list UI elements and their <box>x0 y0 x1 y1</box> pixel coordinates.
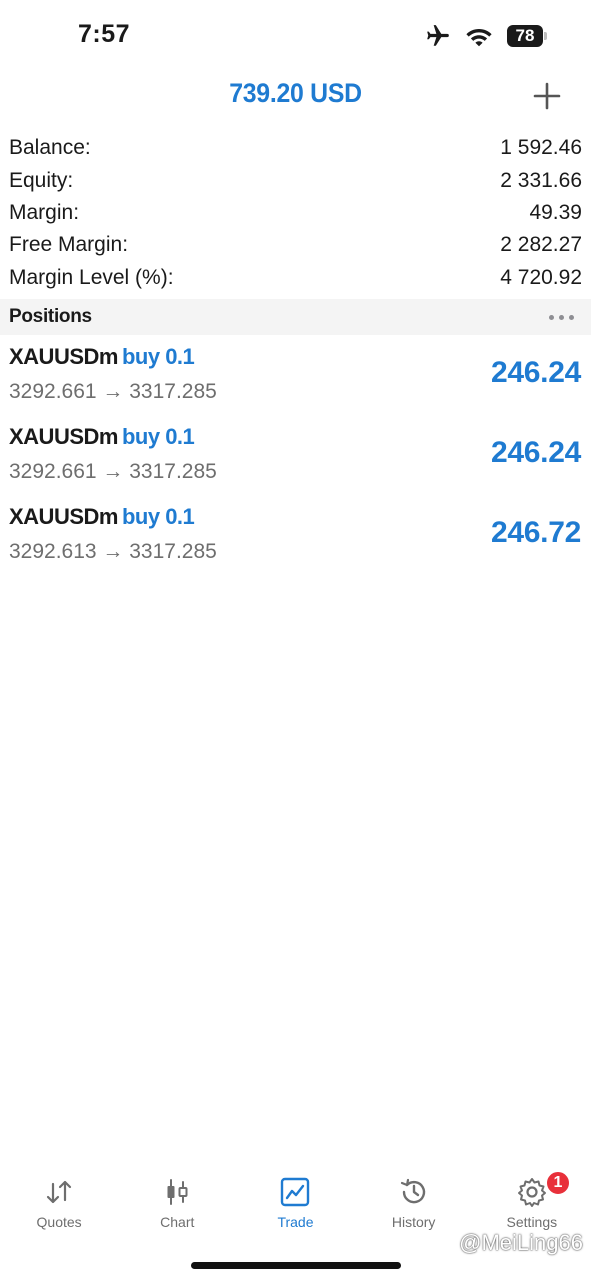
positions-section-header: Positions <box>0 299 591 335</box>
summary-row-free-margin: Free Margin: 2 282.27 <box>0 229 591 261</box>
summary-row-margin: Margin: 49.39 <box>0 197 591 229</box>
position-profit: 246.24 <box>491 356 581 389</box>
summary-label: Free Margin: <box>9 233 129 257</box>
summary-value: 2 282.27 <box>500 233 582 257</box>
tab-label: Trade <box>277 1214 314 1230</box>
summary-row-equity: Equity: 2 331.66 <box>0 164 591 196</box>
position-type: buy 0.1 <box>121 504 195 529</box>
battery-icon: 78 <box>507 25 547 47</box>
position-row[interactable]: XAUUSDm buy 0.1 3292.613 → 3317.285 246.7… <box>0 496 591 576</box>
more-icon[interactable] <box>549 314 582 320</box>
position-row[interactable]: XAUUSDm buy 0.1 3292.661 → 3317.285 246.2… <box>0 336 591 416</box>
tab-label: Settings <box>506 1214 558 1230</box>
watermark: @MeiLing66 <box>459 1230 583 1255</box>
summary-label: Equity: <box>9 168 74 192</box>
battery-level: 78 <box>507 25 543 47</box>
header: 739.20 USD <box>0 70 591 122</box>
position-profit: 246.24 <box>491 436 581 469</box>
summary-value: 2 331.66 <box>500 168 582 192</box>
summary-row-margin-level: Margin Level (%): 4 720.92 <box>0 262 591 294</box>
status-time: 7:57 <box>78 20 131 48</box>
history-icon <box>400 1178 425 1204</box>
summary-row-balance: Balance: 1 592.46 <box>0 132 591 164</box>
position-type: buy 0.1 <box>121 344 195 369</box>
plus-icon[interactable] <box>531 80 563 112</box>
positions-title: Positions <box>9 306 92 327</box>
settings-icon <box>517 1178 546 1207</box>
tab-chart[interactable]: Chart <box>118 1170 236 1240</box>
positions-list: XAUUSDm buy 0.1 3292.661 → 3317.285 246.2… <box>0 336 591 576</box>
tab-label: History <box>391 1214 436 1230</box>
position-profit: 246.72 <box>491 516 581 549</box>
summary-label: Margin Level (%): <box>9 265 174 289</box>
chart-icon <box>167 1179 188 1205</box>
account-profit-title: 739.20 USD <box>229 78 362 108</box>
summary-value: 1 592.46 <box>500 136 582 160</box>
notification-badge: 1 <box>544 1170 571 1196</box>
position-prices: 3292.661 → 3317.285 <box>9 380 217 403</box>
quotes-icon <box>46 1180 72 1204</box>
tab-trade[interactable]: Trade <box>236 1170 354 1240</box>
summary-label: Balance: <box>9 136 91 160</box>
tab-history[interactable]: History <box>355 1170 473 1240</box>
position-symbol: XAUUSDm <box>9 344 118 369</box>
status-bar: 7:57 78 <box>0 0 591 70</box>
trade-icon <box>281 1177 310 1207</box>
summary-value: 4 720.92 <box>500 265 582 289</box>
position-prices: 3292.661 → 3317.285 <box>9 460 217 483</box>
position-symbol: XAUUSDm <box>9 504 118 529</box>
position-prices: 3292.613 → 3317.285 <box>9 540 217 563</box>
summary-value: 49.39 <box>529 200 582 224</box>
tab-quotes[interactable]: Quotes <box>0 1170 118 1240</box>
wifi-icon <box>466 29 492 47</box>
account-summary: Balance: 1 592.46 Equity: 2 331.66 Margi… <box>0 132 591 294</box>
airplane-icon <box>427 25 449 46</box>
tab-label: Chart <box>160 1214 195 1230</box>
position-symbol: XAUUSDm <box>9 424 118 449</box>
summary-label: Margin: <box>9 200 80 224</box>
tab-label: Quotes <box>36 1214 82 1230</box>
home-indicator <box>191 1262 401 1269</box>
status-icons: 78 <box>425 22 547 50</box>
position-row[interactable]: XAUUSDm buy 0.1 3292.661 → 3317.285 246.2… <box>0 416 591 496</box>
position-type: buy 0.1 <box>121 424 195 449</box>
